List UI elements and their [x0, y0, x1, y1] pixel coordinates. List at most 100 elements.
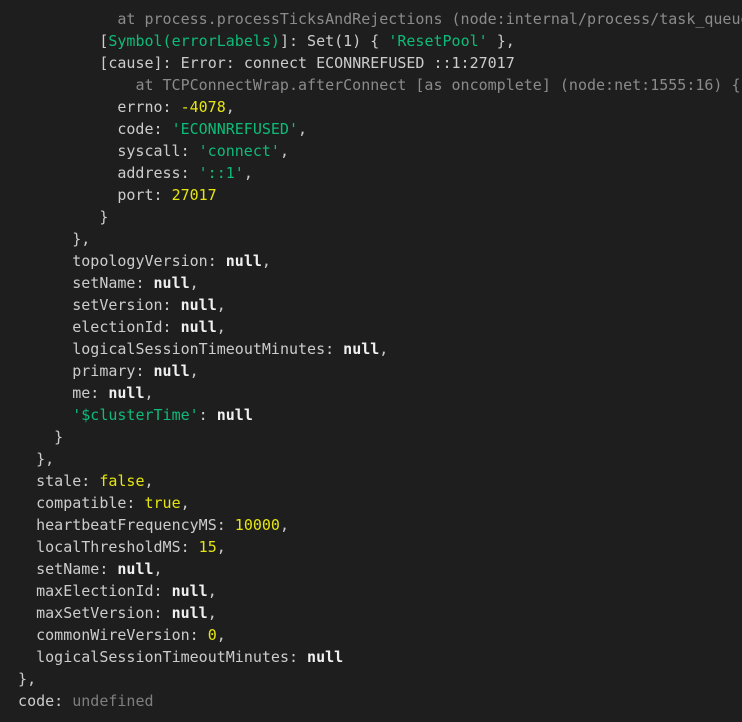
- terminal-token: 0: [207, 626, 217, 644]
- terminal-token: ,: [144, 472, 154, 490]
- terminal-line: }: [54, 426, 63, 448]
- terminal-token: ,: [243, 164, 253, 182]
- terminal-token: ,: [207, 582, 217, 600]
- terminal-line: port: 27017: [117, 184, 216, 206]
- terminal-line: commonWireVersion: 0,: [36, 624, 226, 646]
- terminal-line: compatible: true,: [36, 492, 190, 514]
- terminal-token: ,: [298, 120, 308, 138]
- terminal-line: },: [72, 228, 90, 250]
- terminal-line: [cause]: Error: connect ECONNREFUSED ::1…: [99, 52, 514, 74]
- terminal-token: code:: [18, 692, 73, 710]
- terminal-token: ,: [180, 494, 190, 512]
- terminal-token: at TCPConnectWrap.afterConnect [as oncom…: [135, 76, 741, 94]
- terminal-token: false: [99, 472, 145, 490]
- terminal-token: ,: [216, 318, 226, 336]
- terminal-token: code:: [117, 120, 172, 138]
- terminal-token: ]: Set(1) {: [279, 32, 389, 50]
- terminal-token: commonWireVersion:: [36, 626, 208, 644]
- terminal-token: },: [487, 32, 515, 50]
- terminal-token: null: [171, 604, 208, 622]
- terminal-token: 10000: [234, 516, 280, 534]
- terminal-line: },: [18, 668, 36, 690]
- terminal-token: ,: [225, 98, 235, 116]
- terminal-token: undefined: [72, 692, 154, 710]
- terminal-token: null: [117, 560, 154, 578]
- terminal-line: },: [36, 448, 54, 470]
- terminal-line: syscall: 'connect',: [117, 140, 289, 162]
- terminal-token: -4078: [180, 98, 226, 116]
- terminal-token: ,: [216, 538, 226, 556]
- terminal-token: topologyVersion:: [72, 252, 226, 270]
- terminal-token: :: [198, 406, 217, 424]
- terminal-token: maxSetVersion:: [36, 604, 172, 622]
- terminal-token: null: [343, 340, 380, 358]
- terminal-token: 'connect': [198, 142, 280, 160]
- terminal-token: ,: [207, 604, 217, 622]
- terminal-token: localThresholdMS:: [36, 538, 199, 556]
- terminal-token: ,: [379, 340, 389, 358]
- terminal-token: }: [99, 208, 109, 226]
- terminal-token: 27017: [171, 186, 217, 204]
- terminal-token: null: [216, 406, 253, 424]
- terminal-line: primary: null,: [72, 360, 198, 382]
- terminal-line: code: undefined: [18, 690, 153, 712]
- terminal-token: null: [153, 274, 190, 292]
- terminal-line: localThresholdMS: 15,: [36, 536, 226, 558]
- terminal-token: 'ResetPool': [388, 32, 488, 50]
- terminal-token: 15: [198, 538, 217, 556]
- terminal-token: null: [108, 384, 145, 402]
- terminal-token: null: [171, 582, 208, 600]
- terminal-token: logicalSessionTimeoutMinutes:: [36, 648, 308, 666]
- terminal-line: }: [99, 206, 108, 228]
- terminal-token: port:: [117, 186, 172, 204]
- terminal-line: setVersion: null,: [72, 294, 226, 316]
- terminal-line: [Symbol(errorLabels)]: Set(1) { 'ResetPo…: [99, 30, 514, 52]
- terminal-token: logicalSessionTimeoutMinutes:: [72, 340, 344, 358]
- terminal-line: maxElectionId: null,: [36, 580, 217, 602]
- terminal-token: compatible:: [36, 494, 145, 512]
- terminal-token: setName:: [72, 274, 154, 292]
- terminal-token: ,: [189, 274, 199, 292]
- terminal-token: true: [144, 494, 181, 512]
- terminal-line: code: 'ECONNREFUSED',: [117, 118, 307, 140]
- terminal-line: setName: null,: [36, 558, 162, 580]
- terminal-token: },: [36, 450, 55, 468]
- terminal-token: },: [18, 670, 37, 688]
- terminal-line: heartbeatFrequencyMS: 10000,: [36, 514, 289, 536]
- terminal-token: ,: [216, 626, 226, 644]
- terminal-line: at TCPConnectWrap.afterConnect [as oncom…: [135, 74, 740, 96]
- terminal-token: },: [72, 230, 91, 248]
- terminal-token: stale:: [36, 472, 100, 490]
- terminal-line: errno: -4078,: [117, 96, 234, 118]
- terminal-token: null: [180, 318, 217, 336]
- terminal-token: ,: [279, 142, 289, 160]
- terminal-token: null: [153, 362, 190, 380]
- terminal-line: me: null,: [72, 382, 153, 404]
- terminal-line: topologyVersion: null,: [72, 250, 271, 272]
- terminal-line: at process.processTicksAndRejections (no…: [117, 8, 742, 30]
- terminal-token: ,: [144, 384, 154, 402]
- terminal-token: ,: [153, 560, 163, 578]
- terminal-output[interactable]: at process.processTicksAndRejections (no…: [0, 0, 742, 722]
- terminal-line: electionId: null,: [72, 316, 226, 338]
- terminal-token: setName:: [36, 560, 118, 578]
- terminal-line: '$clusterTime': null: [72, 404, 253, 426]
- terminal-line: stale: false,: [36, 470, 153, 492]
- terminal-token: null: [307, 648, 344, 666]
- terminal-token: null: [225, 252, 262, 270]
- terminal-token: 'ECONNREFUSED': [171, 120, 298, 138]
- terminal-token: [cause]: Error: connect ECONNREFUSED ::1…: [99, 54, 515, 72]
- terminal-token: ,: [261, 252, 271, 270]
- terminal-token: setVersion:: [72, 296, 181, 314]
- terminal-token: me:: [72, 384, 109, 402]
- terminal-token: ,: [189, 362, 199, 380]
- terminal-token: address:: [117, 164, 199, 182]
- terminal-token: heartbeatFrequencyMS:: [36, 516, 235, 534]
- terminal-line: setName: null,: [72, 272, 198, 294]
- terminal-token: }: [54, 428, 64, 446]
- terminal-token: maxElectionId:: [36, 582, 172, 600]
- terminal-token: ,: [216, 296, 226, 314]
- terminal-token: syscall:: [117, 142, 199, 160]
- terminal-token: at process.processTicksAndRejections (no…: [117, 10, 742, 28]
- terminal-token: '::1': [198, 164, 244, 182]
